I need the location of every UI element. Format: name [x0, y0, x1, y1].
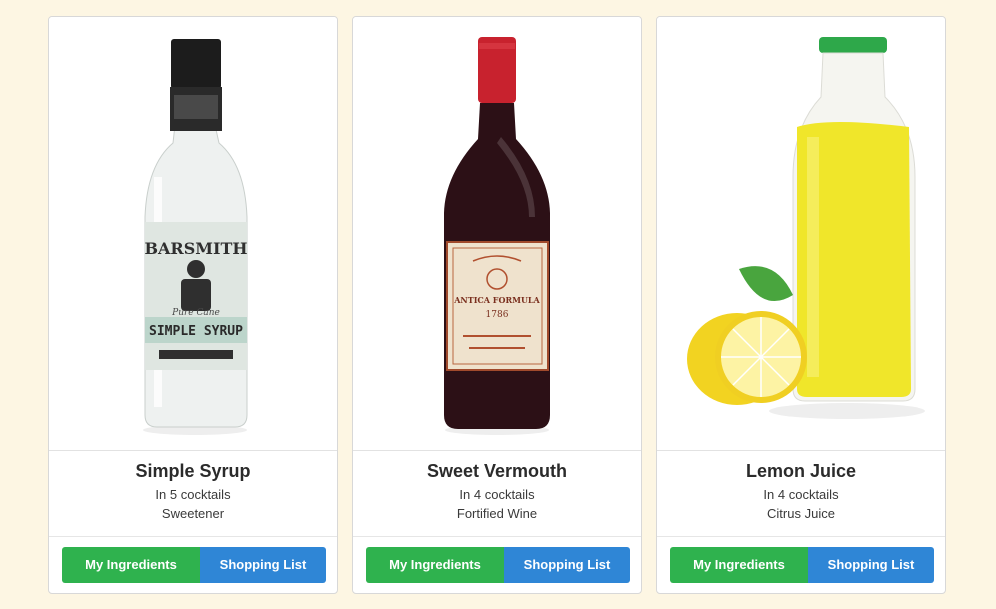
label-sub-text: Pure Cane: [171, 308, 220, 318]
ingredient-card: Lemon Juice In 4 cocktails Citrus Juice …: [656, 16, 946, 594]
cocktail-count: In 5 cocktails: [155, 487, 231, 502]
ingredient-category: Citrus Juice: [767, 506, 835, 521]
card-divider: [657, 536, 945, 537]
lemon-segments: [721, 317, 801, 397]
label-product-text: SIMPLE SYRUP: [149, 324, 243, 339]
label-brand-text: BARSMITH: [144, 239, 247, 258]
ingredient-category: Sweetener: [161, 506, 225, 521]
my-ingredients-button[interactable]: My Ingredients: [670, 547, 808, 583]
shopping-list-button[interactable]: Shopping List: [504, 547, 630, 583]
cocktail-count: In 4 cocktails: [763, 487, 839, 502]
ingredient-card: BARSMITH Pure Cane SIMPLE SYRUP Simple S…: [48, 16, 338, 594]
my-ingredients-button[interactable]: My Ingredients: [366, 547, 504, 583]
cocktail-count: In 4 cocktails: [459, 487, 535, 502]
label-year-text: 1786: [486, 310, 509, 320]
ingredient-category: Fortified Wine: [456, 506, 538, 521]
sweet-vermouth-image[interactable]: ANTICA FORMULA 1786: [353, 17, 641, 451]
ingredient-card: ANTICA FORMULA 1786 Sweet Vermouth In 4 …: [352, 16, 642, 594]
simple-syrup-image[interactable]: BARSMITH Pure Cane SIMPLE SYRUP: [49, 17, 337, 451]
card-divider: [353, 536, 641, 537]
card-divider: [49, 536, 337, 537]
my-ingredients-button[interactable]: My Ingredients: [62, 547, 200, 583]
lemon-juice-image[interactable]: [657, 17, 945, 451]
ingredient-name[interactable]: Sweet Vermouth: [353, 461, 641, 482]
shopping-list-button[interactable]: Shopping List: [808, 547, 934, 583]
ingredient-name[interactable]: Simple Syrup: [49, 461, 337, 482]
label-brand-text: ANTICA FORMULA: [453, 295, 540, 305]
shopping-list-button[interactable]: Shopping List: [200, 547, 326, 583]
ingredient-name[interactable]: Lemon Juice: [657, 461, 945, 482]
